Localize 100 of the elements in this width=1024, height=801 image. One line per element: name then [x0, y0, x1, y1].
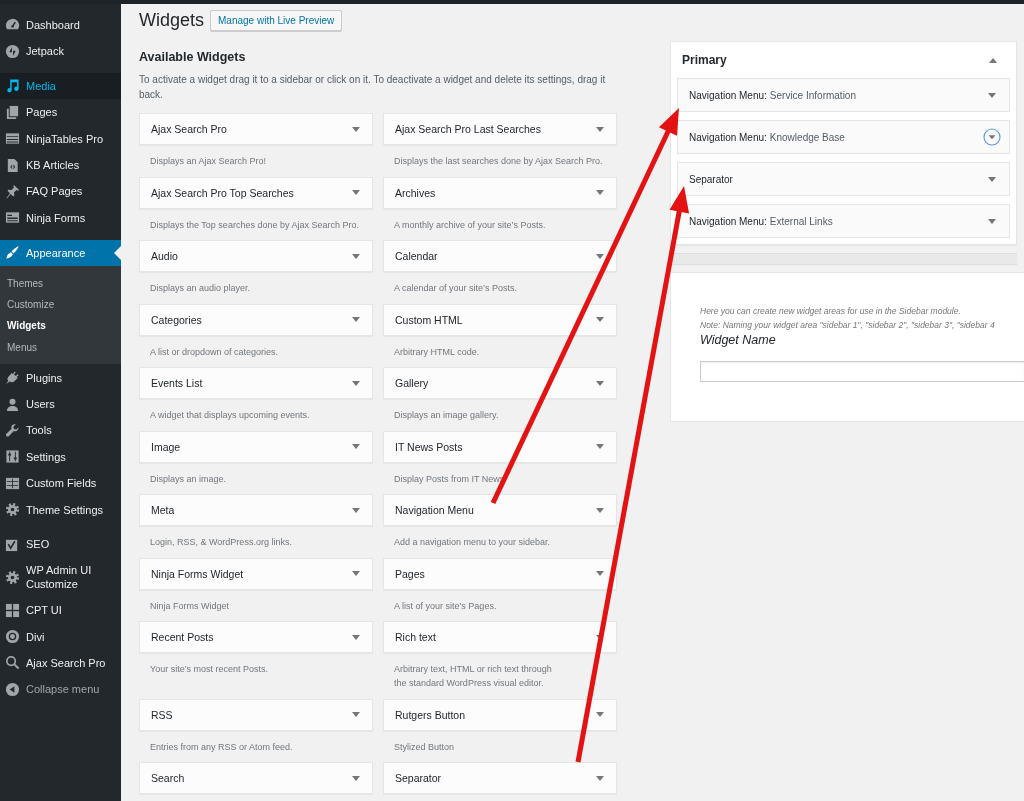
widget-item[interactable]: Archives [383, 176, 617, 209]
caret-icon[interactable] [352, 444, 360, 449]
caret-icon[interactable] [988, 92, 996, 98]
widget-item[interactable]: Navigation Menu: External Links [677, 204, 1010, 238]
section-description: To activate a widget drag it to a sidebar or click on it. To deactivate a widget and delete its settings, drag it back. [139, 72, 607, 102]
widget-item[interactable]: Audio [139, 240, 373, 272]
widget-description: Displays an image. [149, 472, 228, 486]
widget-description: Ninja Forms Widget [149, 599, 231, 613]
widget-item[interactable]: Recent Posts [139, 621, 373, 653]
page-title: Widgets [139, 9, 205, 32]
widget-item[interactable]: Ninja Forms Widget [139, 557, 373, 590]
form-icon [5, 210, 20, 226]
caret-icon[interactable] [596, 380, 604, 386]
plug-icon [5, 370, 20, 386]
note-text: Note: Naming your widget area "sidebar 1", "sidebar 2", "sidebar 3", "sidebar 4 [700, 319, 996, 332]
wrench-icon [5, 422, 20, 438]
caret-icon[interactable] [596, 775, 604, 781]
widget-description: Login, RSS, & WordPress.org links. [149, 536, 293, 549]
caret-icon[interactable] [596, 571, 604, 576]
widget-item[interactable]: Events List [139, 367, 373, 399]
caret-icon[interactable] [596, 190, 604, 195]
widget-item[interactable]: Categories [139, 303, 373, 336]
widget-name-field[interactable] [700, 361, 1024, 382]
four-squares-icon [5, 602, 20, 618]
widget-item[interactable]: Ajax Search Pro Top Searches [139, 176, 373, 209]
caret-icon[interactable] [988, 218, 996, 224]
submenu-item[interactable]: Menus [0, 336, 121, 359]
caret-icon[interactable] [596, 712, 604, 717]
music-note-icon [5, 78, 20, 94]
gear-icon [5, 502, 20, 517]
caret-icon[interactable] [352, 126, 360, 132]
widget-description: Displays an audio player. [149, 282, 252, 295]
disc-icon [5, 629, 20, 644]
menu-item[interactable]: Appearance [0, 239, 121, 266]
widget-item[interactable]: Separator [677, 162, 1010, 196]
widget-description: A list or dropdown of categories. [149, 345, 280, 359]
caret-icon[interactable] [352, 507, 360, 513]
widget-item[interactable]: Gallery [383, 367, 617, 399]
collapse-icon [5, 681, 20, 697]
caret-icon[interactable] [596, 317, 604, 322]
bolt-circle-icon [5, 43, 20, 59]
widget-description: A list of your site’s Pages. [393, 599, 498, 613]
widget-description: Your site’s most recent Posts. [149, 663, 270, 676]
menu-item[interactable]: Media [0, 72, 121, 100]
code-document-icon [5, 157, 20, 173]
caret-icon[interactable] [352, 380, 360, 386]
grid-icon [5, 475, 20, 491]
documents-icon [5, 104, 20, 120]
live-preview-button[interactable]: Manage with Live Preview [210, 9, 343, 31]
caret-icon[interactable] [352, 634, 360, 640]
submenu-item[interactable]: Widgets [0, 315, 121, 337]
gear-icon [5, 569, 20, 585]
pushpin-icon [5, 183, 20, 199]
caret-icon[interactable] [596, 507, 604, 513]
widget-description: Displays an image gallery. [393, 409, 500, 422]
widget-item[interactable]: Rutgers Button [383, 698, 617, 731]
widget-description: Arbitrary text, HTML or rich text through the standard WordPress visual editor. [393, 663, 553, 690]
widget-item[interactable]: Search [139, 762, 373, 794]
search-icon [5, 655, 20, 671]
widget-item[interactable]: Calendar [383, 240, 617, 272]
caret-icon[interactable] [352, 190, 360, 195]
caret-icon[interactable] [596, 253, 604, 259]
submenu-item[interactable]: Customize [0, 294, 121, 316]
widget-item[interactable]: RSS [139, 698, 373, 731]
caret-icon[interactable] [352, 571, 360, 576]
widget-item[interactable]: Pages [383, 557, 617, 590]
widget-item[interactable]: Navigation Menu: Knowledge Base [677, 120, 1010, 154]
caret-icon[interactable] [352, 712, 360, 717]
widget-description: Stylized Button [393, 740, 456, 754]
caret-circle-icon[interactable] [983, 128, 1001, 146]
caret-icon[interactable] [596, 444, 604, 449]
widget-description: Displays an Ajax Search Pro! [149, 155, 268, 168]
field-label: Widget Name [700, 332, 777, 348]
caret-icon[interactable] [352, 775, 360, 781]
caret-icon[interactable] [352, 253, 360, 259]
widget-item[interactable]: Ajax Search Pro Last Searches [383, 113, 617, 145]
widget-description: Displays the Top searches done by Ajax Search Pro. [149, 218, 360, 232]
help-text: Here you can create new widget areas for use in the Sidebar module. [700, 305, 962, 318]
table-icon [5, 131, 20, 147]
widget-item[interactable]: Separator [383, 762, 617, 794]
widget-description: A widget that displays upcoming events. [149, 409, 311, 422]
widget-item[interactable]: Image [139, 430, 373, 463]
widget-item[interactable]: IT News Posts [383, 430, 617, 463]
submenu-item[interactable]: Themes [0, 272, 121, 295]
widget-item[interactable]: Ajax Search Pro [139, 113, 373, 145]
caret-icon[interactable] [352, 317, 360, 322]
widget-description: Add a navigation menu to your sidebar. [393, 536, 552, 549]
caret-icon[interactable] [989, 57, 997, 63]
caret-icon[interactable] [596, 126, 604, 132]
widget-description: Arbitrary HTML code. [393, 345, 481, 359]
widget-item[interactable]: Navigation Menu [383, 494, 617, 526]
widget-description: Displays the last searches done by Ajax Search Pro. [393, 155, 604, 168]
widget-description: A calendar of your site’s Posts. [393, 282, 518, 295]
user-icon [5, 396, 20, 412]
widget-item[interactable]: Navigation Menu: Service Information [677, 78, 1010, 112]
widget-item[interactable]: Custom HTML [383, 303, 617, 336]
sliders-icon [5, 449, 20, 465]
caret-icon[interactable] [988, 176, 996, 182]
widget-item[interactable]: Meta [139, 494, 373, 526]
section-title: Available Widgets [139, 49, 247, 65]
